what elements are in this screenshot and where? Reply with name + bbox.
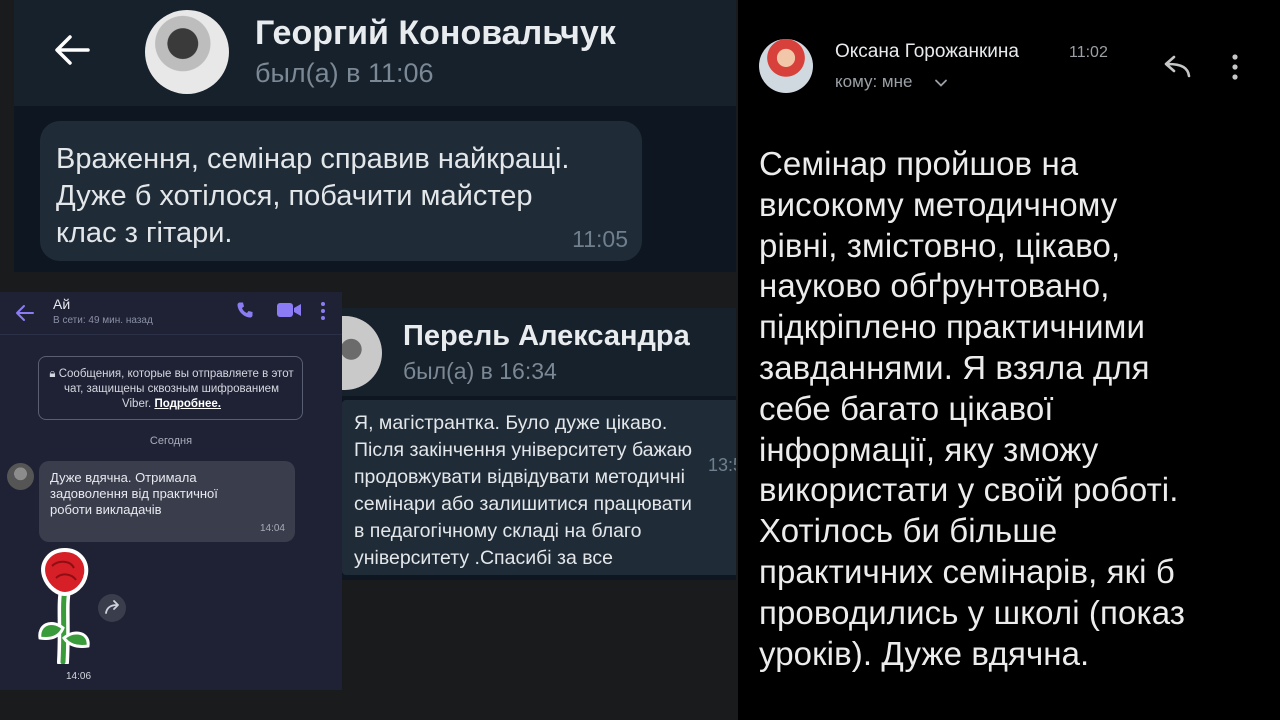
message-bubble[interactable]: Дуже вдячна. Отримала задоволення від пр… xyxy=(39,461,295,542)
email-body: Семінар пройшов на високому методичному … xyxy=(759,145,1186,672)
email-view: Оксана Горожанкина 11:02 кому: мне Семін… xyxy=(738,0,1280,720)
email-time: 11:02 xyxy=(1069,44,1108,61)
last-seen-status: был(а) в 16:34 xyxy=(403,358,557,384)
more-options-icon[interactable] xyxy=(1230,52,1240,82)
contact-avatar[interactable] xyxy=(145,10,229,94)
chat-header: Перель Александра был(а) в 16:34 xyxy=(342,308,736,396)
recipient-label[interactable]: кому: мне xyxy=(835,72,912,92)
message-text: Враження, семінар справив найкращі. Дуже… xyxy=(56,143,570,249)
phone-icon[interactable] xyxy=(236,301,254,319)
message-text: Дуже вдячна. Отримала задоволення від пр… xyxy=(50,470,218,517)
viber-chat-ai: Ай В сети: 49 мин. назад 🔒︎ Сообщения, к… xyxy=(0,292,342,690)
contact-name[interactable]: Перель Александра xyxy=(403,320,690,353)
last-seen-status: был(а) в 11:06 xyxy=(255,58,434,88)
chevron-down-icon[interactable] xyxy=(934,76,948,90)
contact-avatar[interactable] xyxy=(7,463,34,490)
forward-icon[interactable] xyxy=(98,594,126,622)
contact-name[interactable]: Ай xyxy=(53,296,70,312)
sticker-time: 14:06 xyxy=(66,671,92,682)
back-arrow-icon[interactable] xyxy=(52,30,92,70)
message-time: 13:5 xyxy=(708,455,736,475)
chat-header: Георгий Коновальчук был(а) в 11:06 xyxy=(14,0,736,106)
message-time: 11:05 xyxy=(572,226,628,252)
message-bubble[interactable]: Враження, семінар справив найкращі. Дуже… xyxy=(40,121,642,261)
telegram-chat-perel: Перель Александра был(а) в 16:34 Я, магі… xyxy=(342,308,736,580)
chat-header: Ай В сети: 49 мин. назад xyxy=(0,292,342,335)
more-options-icon[interactable] xyxy=(318,300,328,322)
online-status: В сети: 49 мин. назад xyxy=(53,315,153,326)
contact-avatar[interactable] xyxy=(342,316,382,390)
reply-icon[interactable] xyxy=(1162,54,1192,80)
rose-sticker-icon[interactable] xyxy=(32,546,98,668)
learn-more-link[interactable]: Подробнее. xyxy=(154,398,221,410)
back-arrow-icon[interactable] xyxy=(14,302,36,324)
message-bubble[interactable]: Я, магістрантка. Було дуже цікаво. Після… xyxy=(342,400,736,575)
sender-name[interactable]: Оксана Горожанкина xyxy=(835,41,1019,63)
video-call-icon[interactable] xyxy=(276,301,302,319)
lock-icon: 🔒︎ xyxy=(49,368,56,380)
contact-name[interactable]: Георгий Коновальчук xyxy=(255,14,616,53)
encryption-notice: 🔒︎ Сообщения, которые вы отправляете в э… xyxy=(38,356,303,420)
message-time: 14:04 xyxy=(259,523,285,534)
message-text: Я, магістрантка. Було дуже цікаво. Після… xyxy=(354,412,693,569)
telegram-chat-georgiy: Георгий Коновальчук был(а) в 11:06 Враже… xyxy=(14,0,736,272)
sender-avatar[interactable] xyxy=(759,39,813,93)
date-separator: Сегодня xyxy=(149,435,193,447)
